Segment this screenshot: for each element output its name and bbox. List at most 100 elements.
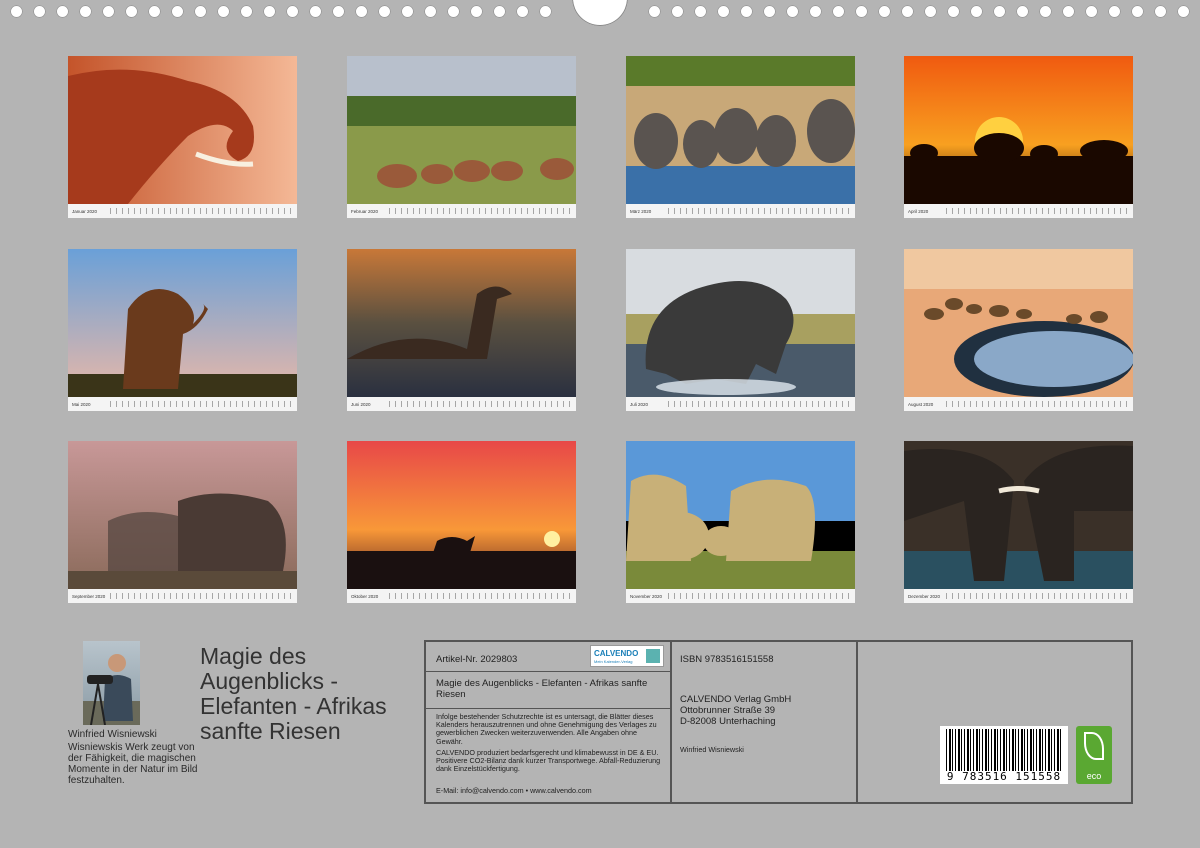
- month-may: Mai 2020: [68, 249, 297, 411]
- binding-hole: [263, 5, 276, 18]
- barcode-number: 9 783516 151558: [946, 770, 1062, 783]
- binding-hole: [56, 5, 69, 18]
- author-name: Winfried Wisniewski: [68, 729, 157, 740]
- binding-hole: [447, 5, 460, 18]
- photo-elephant-family: [626, 441, 855, 589]
- binding-hole: [832, 5, 845, 18]
- photo-elephant-drinking: [68, 56, 297, 204]
- month-label: Juli 2020: [630, 401, 649, 407]
- eco-notice: CALVENDO produziert bedarfsgerecht und k…: [436, 748, 661, 774]
- author-photo: [83, 641, 140, 725]
- binding-hole: [171, 5, 184, 18]
- publisher-name: CALVENDO Verlag GmbH: [680, 694, 792, 705]
- binding-hole: [102, 5, 115, 18]
- binding-hole: [924, 5, 937, 18]
- month-february: Februar 2020: [347, 56, 576, 218]
- month-label: Mai 2020: [72, 401, 91, 407]
- publisher-city: D-82008 Unterhaching: [680, 716, 776, 727]
- binding-hole: [809, 5, 822, 18]
- month-november: November 2020: [626, 441, 855, 603]
- month-label: August 2020: [908, 401, 934, 407]
- publisher-street: Ottobrunner Straße 39: [680, 705, 776, 716]
- binding-hole: [240, 5, 253, 18]
- binding-hole: [671, 5, 684, 18]
- month-december: Dezember 2020: [904, 441, 1133, 603]
- photo-elephants-tusks: [904, 441, 1133, 589]
- binding-hole: [855, 5, 868, 18]
- photo-elephants-waterhole: [626, 56, 855, 204]
- calendar-title: Magie des Augenblicks - Elefanten - Afri…: [200, 643, 387, 744]
- month-march: März 2020: [626, 56, 855, 218]
- hanger-cutout: [572, 0, 628, 26]
- binding-hole: [1177, 5, 1190, 18]
- binding-hole: [79, 5, 92, 18]
- author-bio: Wisniewskis Werk zeugt von der Fähigkeit…: [68, 742, 198, 786]
- binding-hole: [1131, 5, 1144, 18]
- binding-hole: [1085, 5, 1098, 18]
- month-june: Juni 2020: [347, 249, 576, 411]
- binding-hole: [694, 5, 707, 18]
- photo-elephants-pond: [904, 249, 1133, 397]
- photo-sunset-river: [347, 441, 576, 589]
- flag-icon: [646, 649, 660, 663]
- binding-hole: [901, 5, 914, 18]
- binding-hole: [493, 5, 506, 18]
- binding-hole: [378, 5, 391, 18]
- info-panel: Artikel-Nr. 2029803 CALVENDO Mein Kalend…: [424, 640, 1133, 804]
- binding-hole: [401, 5, 414, 18]
- binding-hole: [148, 5, 161, 18]
- barcode: 9 783516 151558: [940, 726, 1068, 784]
- month-october: Oktober 2020: [347, 441, 576, 603]
- binding-hole: [1039, 5, 1052, 18]
- month-april: April 2020: [904, 56, 1133, 218]
- month-label: April 2020: [908, 208, 929, 214]
- photo-elephant-splashing: [626, 249, 855, 397]
- eco-badge: eco: [1076, 726, 1112, 784]
- isbn: ISBN 9783516151558: [680, 654, 774, 665]
- month-september: September 2020: [68, 441, 297, 603]
- photo-sunset-silhouettes: [904, 56, 1133, 204]
- photo-elephants-dust: [68, 441, 297, 589]
- binding-hole: [286, 5, 299, 18]
- binding-hole: [355, 5, 368, 18]
- month-label: Juni 2020: [351, 401, 371, 407]
- calendar-binding: [0, 0, 1200, 26]
- binding-hole: [217, 5, 230, 18]
- contact-info: E-Mail: info@calvendo.com • www.calvendo…: [436, 786, 592, 795]
- binding-hole: [332, 5, 345, 18]
- binding-hole: [516, 5, 529, 18]
- month-label: Oktober 2020: [351, 593, 379, 599]
- binding-hole: [424, 5, 437, 18]
- binding-hole: [717, 5, 730, 18]
- binding-hole: [539, 5, 552, 18]
- binding-hole: [878, 5, 891, 18]
- binding-hole: [648, 5, 661, 18]
- binding-hole: [1062, 5, 1075, 18]
- month-july: Juli 2020: [626, 249, 855, 411]
- binding-hole: [993, 5, 1006, 18]
- binding-hole: [1016, 5, 1029, 18]
- binding-hole: [970, 5, 983, 18]
- binding-hole: [10, 5, 23, 18]
- binding-hole: [33, 5, 46, 18]
- binding-hole: [470, 5, 483, 18]
- month-january: Januar 2020: [68, 56, 297, 218]
- binding-hole: [740, 5, 753, 18]
- legal-notice: Infolge bestehender Schutzrechte ist es …: [436, 712, 657, 746]
- month-label: März 2020: [630, 208, 652, 214]
- month-label: Dezember 2020: [908, 593, 941, 599]
- binding-hole: [1108, 5, 1121, 18]
- binding-hole: [125, 5, 138, 18]
- photo-elephant-swimming: [347, 249, 576, 397]
- calvendo-logo: CALVENDO Mein Kalender-Verlag: [590, 645, 664, 667]
- binding-hole: [194, 5, 207, 18]
- binding-hole: [763, 5, 776, 18]
- month-label: Januar 2020: [72, 208, 98, 214]
- article-number: Artikel-Nr. 2029803: [436, 654, 518, 665]
- month-label: November 2020: [630, 593, 663, 599]
- photo-elephant-herd-savanna: [347, 56, 576, 204]
- binding-hole: [947, 5, 960, 18]
- month-label: September 2020: [72, 593, 106, 599]
- month-label: Februar 2020: [351, 208, 379, 214]
- month-august: August 2020: [904, 249, 1133, 411]
